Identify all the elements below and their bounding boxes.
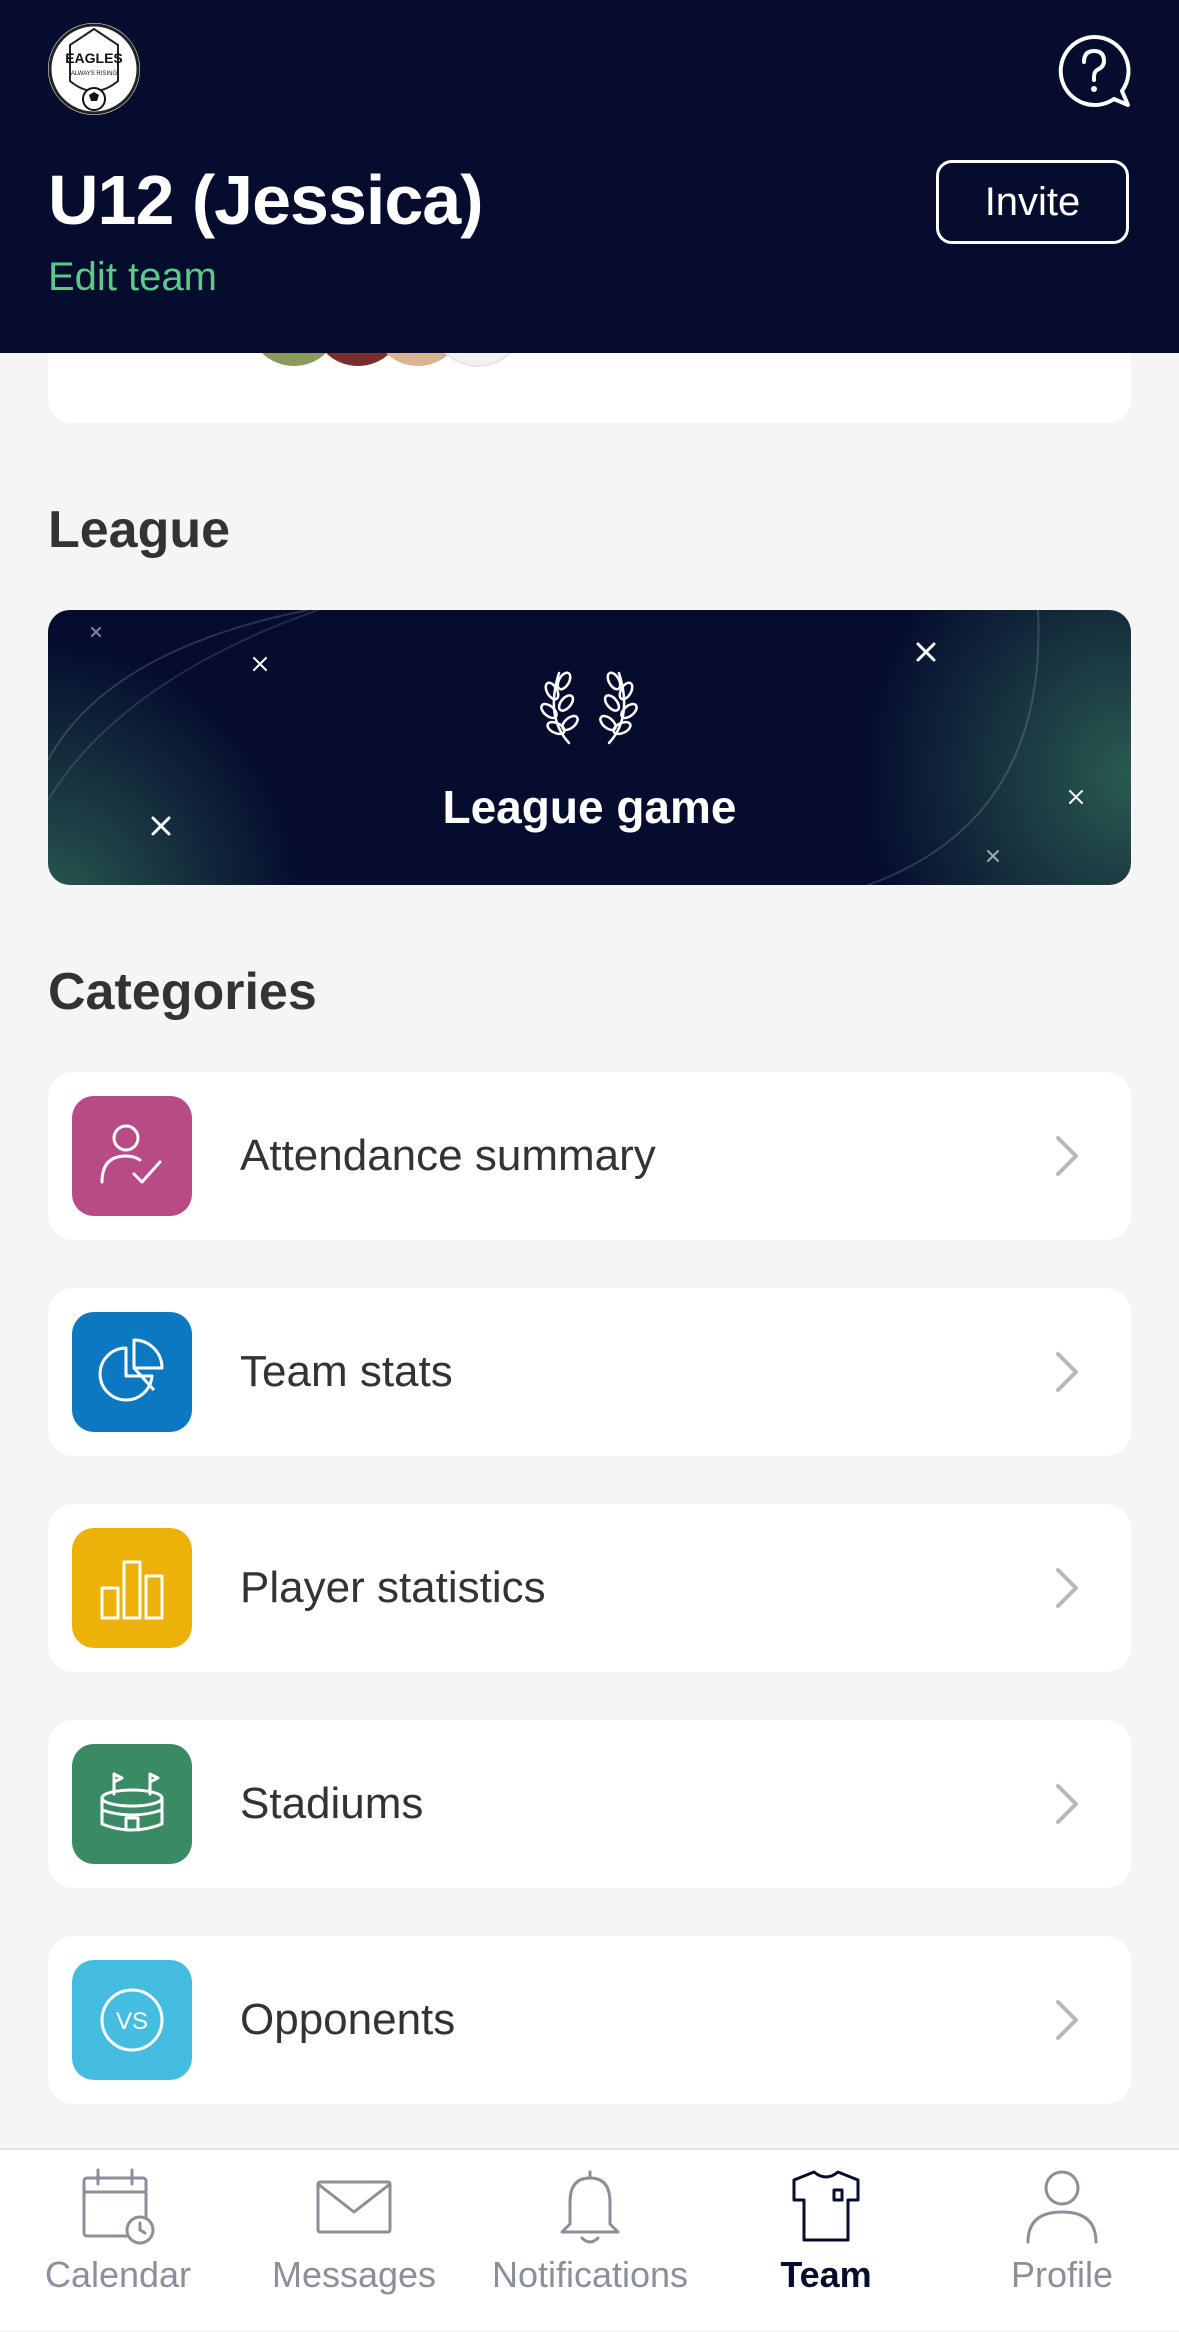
envelope-icon <box>316 2180 392 2234</box>
chevron-right-icon <box>1056 1784 1078 1824</box>
club-logo: EAGLES ALWAYS RISING <box>48 23 140 115</box>
stadium-icon <box>72 1744 192 1864</box>
category-player-statistics[interactable]: Player statistics <box>48 1504 1131 1672</box>
team-name: U12 (Jessica) <box>48 161 484 239</box>
league-section-title: League <box>48 501 231 559</box>
chevron-right-icon <box>1056 1136 1078 1176</box>
attendance-icon <box>72 1096 192 1216</box>
svg-text:EAGLES: EAGLES <box>65 50 123 66</box>
categories-section-title: Categories <box>48 963 317 1021</box>
edit-team-link[interactable]: Edit team <box>48 255 217 300</box>
profile-icon <box>1026 2170 1098 2244</box>
league-game-banner[interactable]: League game <box>48 610 1131 885</box>
nav-label: Messages <box>271 2254 437 2295</box>
bar-chart-icon <box>72 1528 192 1648</box>
help-icon[interactable] <box>1056 33 1132 109</box>
vs-icon: VS <box>72 1960 192 2080</box>
nav-notifications[interactable]: Notifications <box>472 2150 708 2332</box>
nav-profile[interactable]: Profile <box>944 2150 1179 2332</box>
nav-calendar[interactable]: Calendar <box>0 2150 236 2332</box>
category-label: Attendance summary <box>240 1131 656 1180</box>
pie-chart-icon <box>72 1312 192 1432</box>
shirt-icon <box>792 2170 860 2242</box>
league-game-label: League game <box>442 781 737 833</box>
nav-label: Calendar <box>44 2254 192 2295</box>
category-opponents[interactable]: VS Opponents <box>48 1936 1131 2104</box>
calendar-icon <box>82 2168 155 2245</box>
category-label: Player statistics <box>240 1563 546 1612</box>
nav-label: Notifications <box>491 2254 689 2295</box>
chevron-right-icon <box>1056 1352 1078 1392</box>
app-header: EAGLES ALWAYS RISING U12 (Jessica) Edit … <box>0 0 1179 353</box>
chevron-right-icon <box>1056 1568 1078 1608</box>
category-label: Opponents <box>240 1995 456 2044</box>
nav-messages[interactable]: Messages <box>236 2150 472 2332</box>
bell-icon <box>560 2170 620 2244</box>
chevron-right-icon <box>1056 2000 1078 2040</box>
laurel-icon <box>540 671 638 745</box>
category-label: Team stats <box>240 1347 453 1396</box>
svg-text:VS: VS <box>116 2008 148 2035</box>
category-label: Stadiums <box>240 1779 424 1828</box>
svg-text:ALWAYS RISING: ALWAYS RISING <box>71 71 118 77</box>
bottom-navigation: Calendar Messages Notifications Team Pro… <box>0 2148 1179 2330</box>
category-attendance-summary[interactable]: Attendance summary <box>48 1072 1131 1240</box>
nav-label: Team <box>780 2254 872 2295</box>
invite-button[interactable]: Invite <box>936 160 1129 244</box>
category-team-stats[interactable]: Team stats <box>48 1288 1131 1456</box>
nav-team[interactable]: Team <box>708 2150 944 2332</box>
category-stadiums[interactable]: Stadiums <box>48 1720 1131 1888</box>
nav-label: Profile <box>1010 2254 1114 2295</box>
